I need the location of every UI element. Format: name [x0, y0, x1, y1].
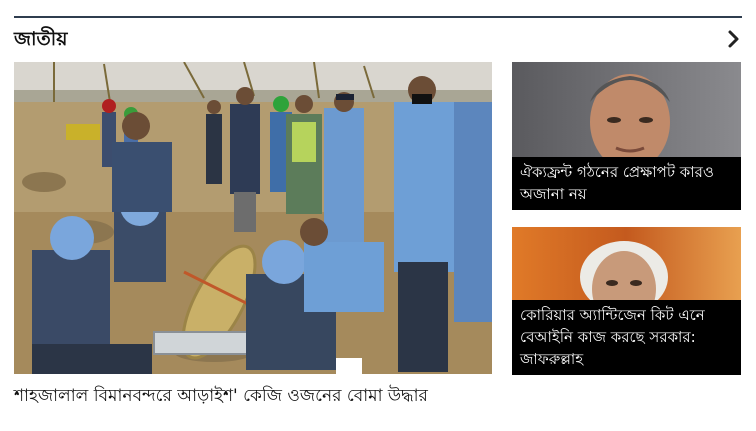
side-story-headline[interactable]: কোরিয়ার অ্যান্টিজেন কিট এনে বেআইনি কাজ … — [512, 300, 741, 375]
side-story-headline[interactable]: ঐক্যফ্রন্ট গঠনের প্রেক্ষাপট কারও অজানা ন… — [512, 157, 741, 210]
side-story-card[interactable]: কোরিয়ার অ্যান্টিজেন কিট এনে বেআইনি কাজ … — [512, 227, 741, 375]
side-story-card[interactable]: ঐক্যফ্রন্ট গঠনের প্রেক্ষাপট কারও অজানা ন… — [512, 62, 741, 210]
section-title[interactable]: জাতীয় — [14, 26, 67, 52]
main-story-card[interactable] — [14, 62, 492, 374]
main-story-photo[interactable] — [14, 62, 492, 374]
chevron-right-icon[interactable] — [724, 26, 744, 52]
main-story-headline[interactable]: শাহজালাল বিমানবন্দরে আড়াইশ' কেজি ওজনের … — [14, 384, 492, 408]
section-top-rule — [14, 16, 742, 18]
